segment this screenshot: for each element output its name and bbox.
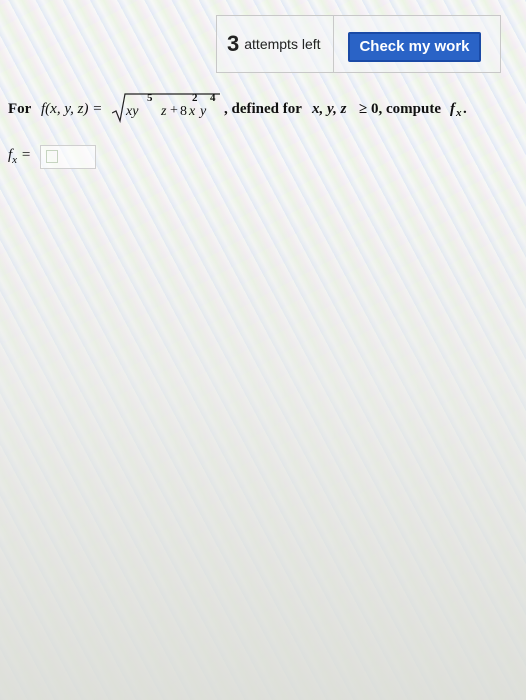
term2-y-exponent: 4 [210, 92, 216, 104]
term1-base: xy [126, 104, 139, 119]
header-divider [333, 16, 334, 72]
term1-exponent: 5 [147, 92, 153, 104]
attempts-count: 3 [227, 31, 240, 56]
problem-statement: For f(x, y, z) = xy 5 z + 8 x 2 y 4 , de… [8, 92, 518, 132]
attempts-label: attempts left [244, 36, 321, 52]
attempts-header-panel: 3 attempts left Check my work [216, 15, 501, 73]
answer-label-subscript: x [12, 154, 18, 166]
check-my-work-button[interactable]: Check my work [348, 32, 481, 62]
defined-for-text: , defined for [224, 101, 302, 117]
problem-prefix: For [8, 101, 32, 117]
target-derivative: f [450, 101, 455, 117]
plus-sign: + [170, 103, 178, 118]
term2-x-exponent: 2 [192, 92, 198, 104]
problem-end: . [463, 101, 467, 117]
domain-variables: x, y, z [312, 101, 347, 117]
coefficient: 8 [180, 104, 187, 119]
answer-equals: = [21, 147, 31, 163]
function-name: f(x, y, z) = [41, 101, 103, 117]
empty-square-icon [46, 150, 58, 163]
target-subscript: x [456, 107, 462, 119]
term2-x: x [189, 104, 196, 119]
attempts-left-indicator: 3 attempts left [227, 31, 321, 57]
answer-input[interactable] [40, 145, 96, 169]
answer-label: fx = [8, 147, 31, 166]
domain-condition: ≥ 0, compute [359, 101, 441, 117]
term2-y: y [200, 104, 207, 119]
term1-var: z [161, 104, 167, 119]
